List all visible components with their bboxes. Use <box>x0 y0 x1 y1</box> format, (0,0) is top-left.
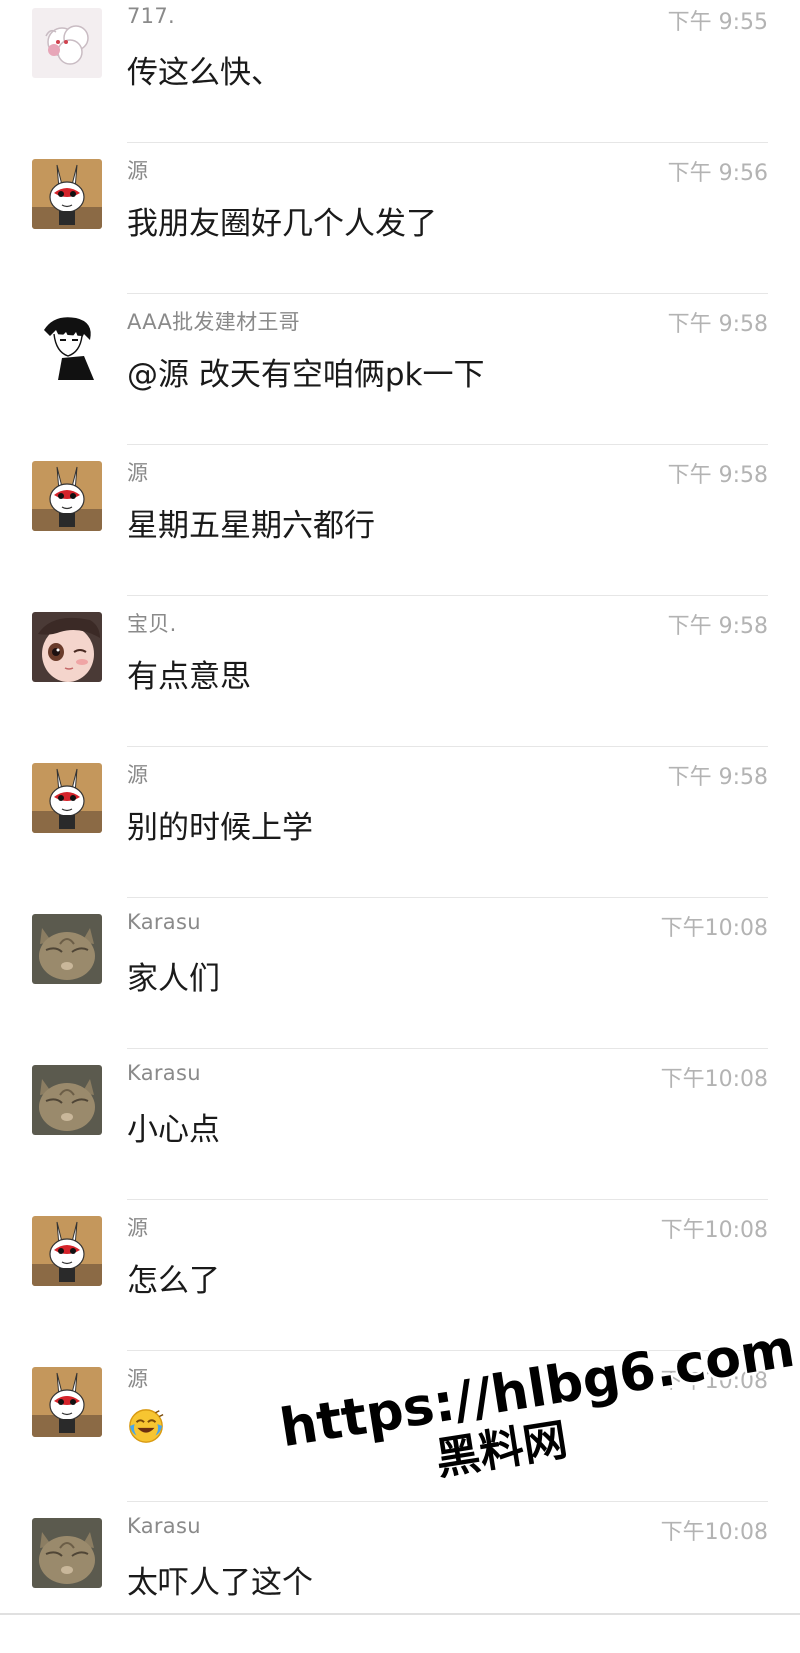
message-time: 下午 9:58 <box>667 614 768 639</box>
message-time: 下午10:08 <box>660 916 768 941</box>
sender-name: 源 <box>127 763 149 787</box>
sender-name: 宝贝. <box>127 612 177 636</box>
message-text: 太吓人了这个 <box>127 1565 313 1601</box>
cat-avatar-icon[interactable] <box>32 1065 102 1135</box>
message-text: 有点意思 <box>127 659 251 695</box>
anime-boy-avatar-icon[interactable] <box>32 310 102 380</box>
message-text: 家人们 <box>127 961 220 997</box>
message-emoji <box>127 1406 165 1445</box>
rabbit-mask-avatar-icon[interactable] <box>32 461 102 531</box>
rabbit-mask-avatar-icon[interactable] <box>32 1216 102 1286</box>
message-time: 下午10:08 <box>660 1218 768 1243</box>
chat-message[interactable]: Karasu 下午10:08 小心点 <box>0 1049 800 1200</box>
sender-name: 717. <box>127 4 175 28</box>
message-time: 下午 9:58 <box>667 312 768 337</box>
sender-name: Karasu <box>127 910 201 934</box>
message-text: 星期五星期六都行 <box>127 508 375 544</box>
message-time: 下午 9:55 <box>667 10 768 35</box>
message-text: 我朋友圈好几个人发了 <box>127 206 437 242</box>
chat-message[interactable]: 宝贝. 下午 9:58 有点意思 <box>0 596 800 747</box>
chat-message[interactable]: Karasu 下午10:08 家人们 <box>0 898 800 1049</box>
sender-name: 源 <box>127 159 149 183</box>
sender-name: 源 <box>127 1367 149 1391</box>
message-time: 下午 9:58 <box>667 765 768 790</box>
message-time: 下午 9:58 <box>667 463 768 488</box>
message-text: 传这么快、 <box>127 55 282 91</box>
message-text: 怎么了 <box>127 1263 220 1299</box>
message-time: 下午 9:56 <box>667 161 768 186</box>
message-text: 别的时候上学 <box>127 810 313 846</box>
sender-name: AAA批发建材王哥 <box>127 310 300 334</box>
sender-name: 源 <box>127 461 149 485</box>
chat-message[interactable]: Karasu 下午10:08 太吓人了这个 <box>0 1502 800 1653</box>
rabbit-mask-avatar-icon[interactable] <box>32 763 102 833</box>
chat-message[interactable]: 717. 下午 9:55 传这么快、 <box>0 0 800 143</box>
message-time: 下午10:08 <box>660 1067 768 1092</box>
chat-message[interactable]: 源 下午 9:58 星期五星期六都行 <box>0 445 800 596</box>
message-text: @源 改天有空咱俩pk一下 <box>127 357 485 393</box>
chat-message[interactable]: 源 下午10:08 怎么了 <box>0 1200 800 1351</box>
cat-avatar-icon[interactable] <box>32 1518 102 1588</box>
crying-laughing-emoji-icon <box>127 1407 165 1445</box>
rabbit-mask-avatar-icon[interactable] <box>32 1367 102 1437</box>
message-text: 小心点 <box>127 1112 220 1148</box>
cat-avatar-icon[interactable] <box>32 914 102 984</box>
chat-message[interactable]: 源 下午 9:56 我朋友圈好几个人发了 <box>0 143 800 294</box>
rabbit-mask-avatar-icon[interactable] <box>32 159 102 229</box>
sheep-avatar-icon[interactable] <box>32 8 102 78</box>
doll-girl-avatar-icon[interactable] <box>32 612 102 682</box>
sender-name: Karasu <box>127 1514 201 1538</box>
chat-message[interactable]: 源 下午 9:58 别的时候上学 <box>0 747 800 898</box>
sender-name: Karasu <box>127 1061 201 1085</box>
sender-name: 源 <box>127 1216 149 1240</box>
chat-message[interactable]: AAA批发建材王哥 下午 9:58 @源 改天有空咱俩pk一下 <box>0 294 800 445</box>
message-time: 下午10:08 <box>660 1520 768 1545</box>
